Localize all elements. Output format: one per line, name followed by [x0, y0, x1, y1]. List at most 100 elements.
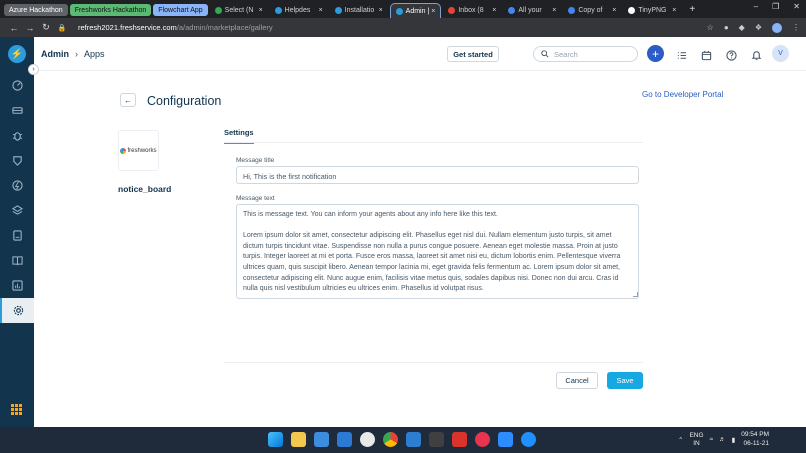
- browser-tab[interactable]: Inbox (8 ×: [443, 3, 501, 18]
- browser-extension-icons: ☆ ● ◆ ❖ ⋮: [707, 22, 800, 33]
- language-indicator[interactable]: ENG IN: [689, 432, 703, 448]
- volume-icon[interactable]: ♬: [719, 436, 726, 443]
- cancel-button[interactable]: Cancel: [556, 372, 598, 389]
- window-controls: – ❐ ✕: [754, 2, 800, 11]
- breadcrumb-apps: Apps: [84, 48, 105, 59]
- tab-close-icon[interactable]: ×: [429, 8, 435, 15]
- tab-favicon-icon: [395, 7, 403, 15]
- new-item-plus-button[interactable]: +: [647, 45, 664, 62]
- message-text-textarea[interactable]: This is message text. You can inform you…: [236, 204, 639, 299]
- reports-icon[interactable]: [0, 273, 34, 298]
- tab-close-icon[interactable]: ×: [490, 7, 496, 14]
- browser-tab[interactable]: Freshworks Hackathon: [69, 4, 152, 16]
- tray-chevron-icon[interactable]: ⌃: [678, 436, 683, 444]
- chrome-icon[interactable]: [383, 432, 398, 447]
- clock-app-icon[interactable]: [360, 432, 375, 447]
- browser-tab[interactable]: TinyPNG ×: [623, 3, 681, 18]
- tickets-icon[interactable]: [0, 98, 34, 123]
- get-started-button[interactable]: Get started: [447, 46, 499, 62]
- app-logo: freshworks: [118, 130, 159, 171]
- search-input[interactable]: Search: [533, 46, 638, 62]
- store-icon[interactable]: [314, 432, 329, 447]
- tab-favicon-icon: [568, 7, 576, 14]
- problems-icon[interactable]: [0, 123, 34, 148]
- message-text-label: Message text: [236, 195, 275, 202]
- file-explorer-icon[interactable]: [291, 432, 306, 447]
- tab-close-icon[interactable]: ×: [257, 7, 263, 14]
- app-red-icon[interactable]: [452, 432, 467, 447]
- browser-tab[interactable]: Copy of ×: [563, 3, 621, 18]
- left-sidebar: ⚡: [0, 37, 34, 427]
- apps-grid-icon[interactable]: [11, 404, 22, 415]
- tab-close-icon[interactable]: ×: [550, 7, 556, 14]
- minimize-icon[interactable]: –: [754, 2, 758, 11]
- app-icon[interactable]: [337, 432, 352, 447]
- save-button[interactable]: Save: [607, 372, 643, 389]
- top-header: Admin › Apps Get started Search + V: [34, 37, 806, 71]
- message-title-input[interactable]: Hi, This is the first notification: [236, 166, 639, 184]
- back-nav-icon[interactable]: ←: [6, 23, 22, 33]
- extension-icon[interactable]: ◆: [739, 23, 745, 32]
- vscode-icon[interactable]: [406, 432, 421, 447]
- url-field[interactable]: refresh2021.freshservice.com/a/admin/mar…: [78, 23, 707, 32]
- wifi-icon[interactable]: ≈: [710, 436, 714, 443]
- new-tab-icon[interactable]: +: [689, 4, 695, 15]
- bookmark-star-icon[interactable]: ☆: [707, 23, 714, 32]
- tab-divider: [224, 142, 643, 143]
- lock-icon[interactable]: 🔒: [54, 24, 70, 32]
- search-icon: [541, 50, 549, 58]
- battery-icon[interactable]: ▮: [732, 436, 736, 444]
- zoom-icon[interactable]: [498, 432, 513, 447]
- puzzle-extensions-icon[interactable]: ❖: [755, 23, 762, 32]
- tab-close-icon[interactable]: ×: [317, 7, 323, 14]
- freshservice-logo-icon[interactable]: ⚡: [8, 45, 26, 63]
- system-clock[interactable]: 09:54 PM 06-11-21: [741, 431, 769, 448]
- solutions-icon[interactable]: [0, 248, 34, 273]
- breadcrumb-separator-icon: ›: [75, 48, 78, 59]
- calendar-icon[interactable]: [701, 48, 712, 61]
- notification-bell-icon[interactable]: [751, 48, 762, 61]
- browser-tab[interactable]: Admin | ×: [389, 3, 442, 18]
- sidebar-expand-chevron-icon[interactable]: ›: [28, 64, 39, 75]
- tab-close-icon[interactable]: ×: [377, 7, 383, 14]
- terminal-icon[interactable]: [429, 432, 444, 447]
- os-taskbar: ⌃ ENG IN ≈ ♬ ▮ 09:54 PM 06-11-21: [0, 427, 806, 453]
- changes-icon[interactable]: [0, 148, 34, 173]
- releases-icon[interactable]: [0, 173, 34, 198]
- tab-favicon-icon: [274, 7, 282, 14]
- reload-icon[interactable]: ↻: [38, 22, 54, 33]
- breadcrumb-admin[interactable]: Admin: [41, 49, 69, 59]
- close-window-icon[interactable]: ✕: [793, 2, 800, 11]
- browser-tab[interactable]: Flowchart App: [153, 4, 208, 16]
- browser-tab[interactable]: Helpdes ×: [270, 3, 328, 18]
- app-name: notice_board: [118, 184, 172, 194]
- restore-icon[interactable]: ❐: [772, 2, 779, 11]
- footer-divider: [224, 362, 643, 363]
- profile-avatar-icon[interactable]: [772, 22, 782, 33]
- textarea-resize-handle[interactable]: [633, 292, 638, 297]
- todo-list-icon[interactable]: [676, 48, 687, 59]
- extension-icon[interactable]: ●: [724, 23, 729, 32]
- browser-tab[interactable]: Select (N ×: [210, 3, 268, 18]
- tab-close-icon[interactable]: ×: [670, 7, 676, 14]
- windows-start-icon[interactable]: [268, 432, 283, 447]
- back-arrow-button[interactable]: ←: [120, 93, 136, 107]
- freshworks-logo-icon: freshworks: [120, 147, 157, 154]
- chat-icon[interactable]: [521, 432, 536, 447]
- user-avatar[interactable]: V: [772, 45, 789, 62]
- developer-portal-link[interactable]: Go to Developer Portal: [642, 90, 723, 99]
- assets-icon[interactable]: [0, 198, 34, 223]
- browser-tab-strip: Azure Hackathon Freshworks Hackathon Flowc…: [0, 0, 806, 18]
- tab-close-icon[interactable]: ×: [610, 7, 616, 14]
- contracts-icon[interactable]: [0, 223, 34, 248]
- forward-nav-icon[interactable]: →: [22, 23, 38, 33]
- help-icon[interactable]: [726, 48, 737, 61]
- browser-menu-icon[interactable]: ⋮: [792, 23, 800, 32]
- recorder-icon[interactable]: [475, 432, 490, 447]
- dashboard-icon[interactable]: [0, 73, 34, 98]
- browser-tab[interactable]: Azure Hackathon: [4, 4, 68, 16]
- tab-favicon-icon: [214, 7, 222, 14]
- browser-tab[interactable]: All your ×: [503, 3, 561, 18]
- browser-tab[interactable]: Installatio ×: [330, 3, 388, 18]
- admin-gear-icon[interactable]: [0, 298, 34, 323]
